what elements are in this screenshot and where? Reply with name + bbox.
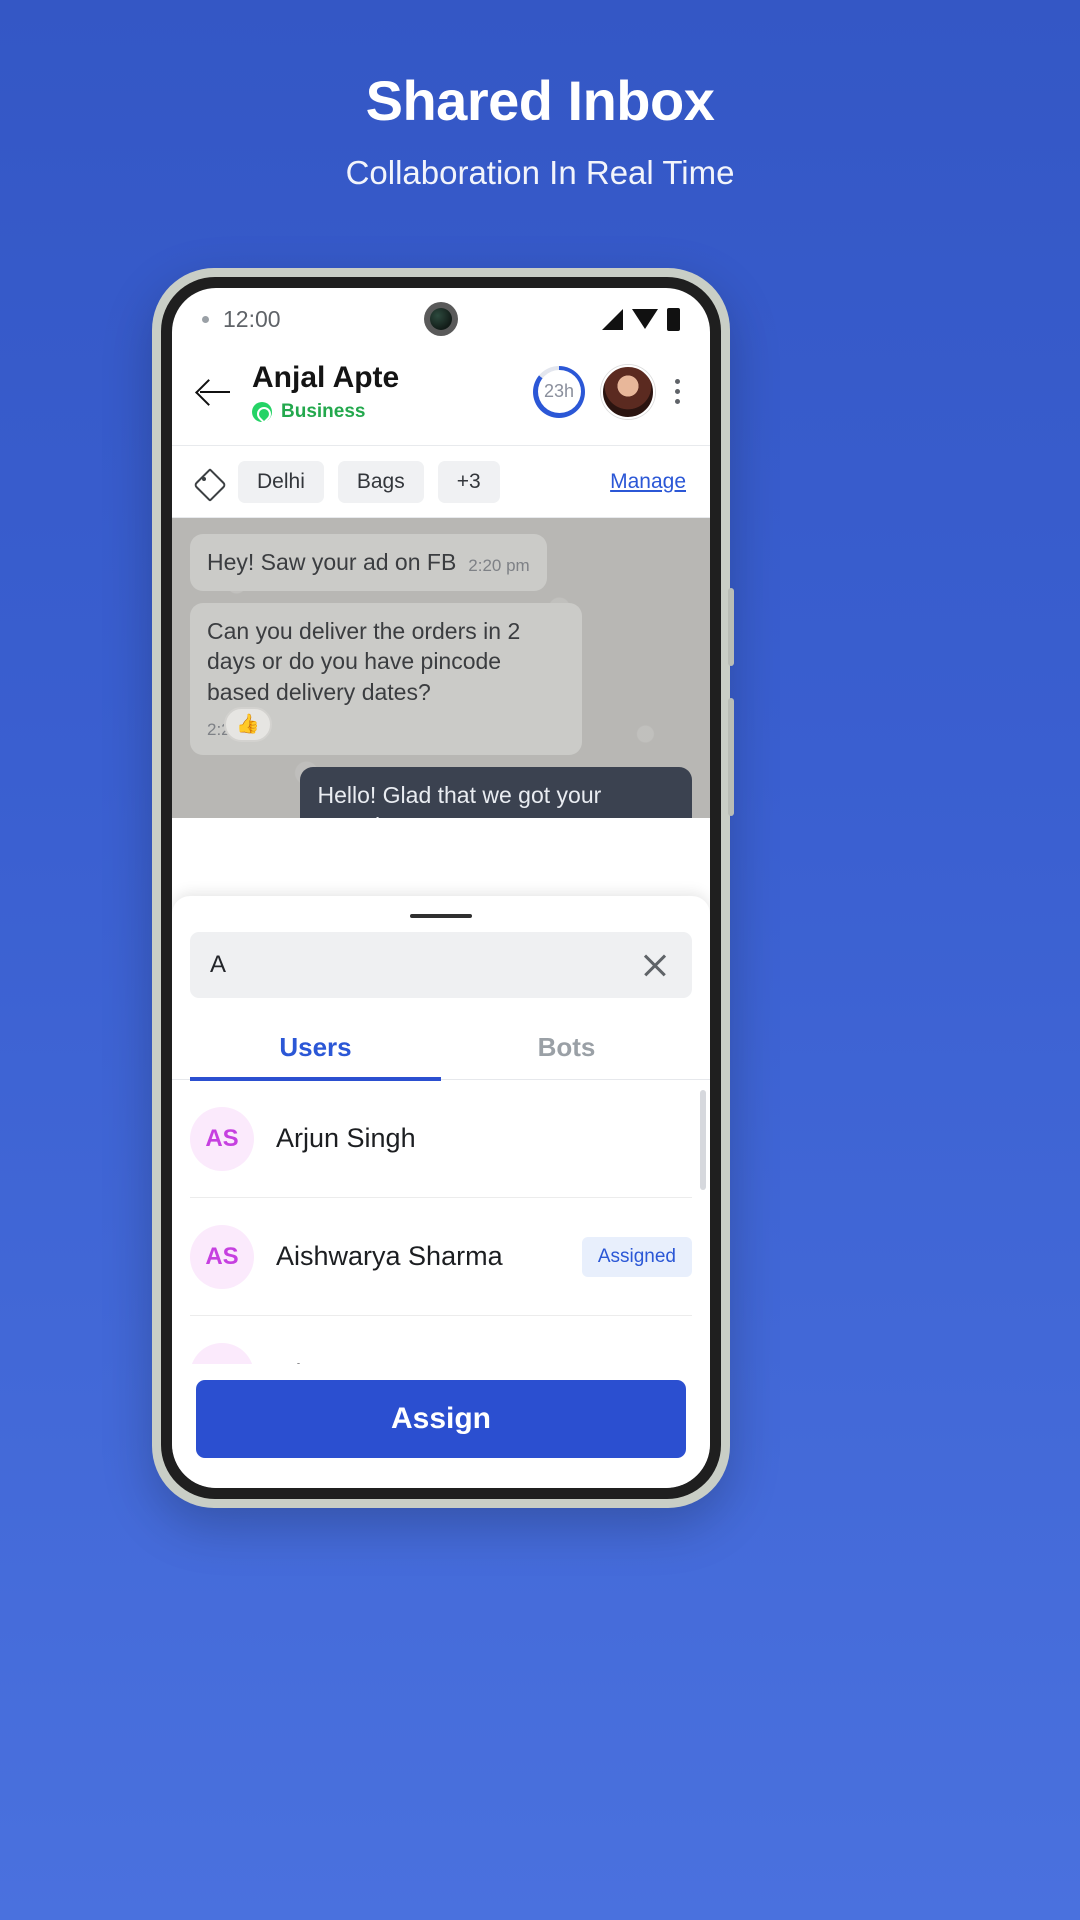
assign-button[interactable]: Assign <box>196 1380 686 1458</box>
message-bubble-incoming: Hey! Saw your ad on FB 2:20 pm <box>190 534 547 591</box>
signal-icon <box>602 308 623 330</box>
assign-button-section: Assign <box>172 1364 710 1488</box>
status-badge: Assigned <box>581 1236 692 1277</box>
chat-header-text: Anjal Apte Business <box>252 361 399 423</box>
phone-mockup: 12:00 Anjal Apte Business 23h Delhi Bags… <box>152 268 734 1508</box>
kebab-menu-icon[interactable] <box>671 375 684 408</box>
tag-chip-more[interactable]: +3 <box>437 460 500 503</box>
assign-bottom-sheet: Users Bots AS Arjun Singh AS Aishwarya S… <box>172 896 710 1488</box>
user-list[interactable]: AS Arjun Singh AS Aishwarya Sharma Assig… <box>172 1080 710 1364</box>
message-time: 2:20 pm <box>468 555 530 575</box>
status-bar: 12:00 <box>172 288 710 350</box>
sheet-tabs: Users Bots <box>172 1016 710 1081</box>
search-box[interactable] <box>190 932 692 998</box>
status-bar-clock: 12:00 <box>223 305 281 332</box>
tab-users[interactable]: Users <box>190 1016 441 1081</box>
status-bar-left: 12:00 <box>202 306 281 333</box>
message-text: Can you deliver the orders in 2 days or … <box>207 617 521 705</box>
front-camera-icon <box>424 302 458 336</box>
whatsapp-icon <box>252 401 272 422</box>
message-bubble-outgoing: Hello! Glad that we got your attention 2… <box>300 766 692 818</box>
session-timer[interactable]: 23h <box>533 365 585 418</box>
tag-chip-bags[interactable]: Bags <box>337 460 424 503</box>
message-row: Hello! Glad that we got your attention 2… <box>190 766 692 818</box>
battery-icon <box>667 307 680 331</box>
message-text: Hey! Saw your ad on FB <box>207 549 457 575</box>
search-input[interactable] <box>210 951 638 979</box>
tag-icon <box>196 468 224 496</box>
chat-message-list[interactable]: Hey! Saw your ad on FB 2:20 pm Can you d… <box>172 518 710 818</box>
user-name: Arjun Singh <box>276 1123 416 1153</box>
avatar: RK <box>190 1342 254 1364</box>
message-row: Can you deliver the orders in 2 days or … <box>190 602 692 755</box>
avatar: AS <box>190 1106 254 1171</box>
back-arrow-icon[interactable] <box>194 370 238 414</box>
list-item[interactable]: AS Aishwarya Sharma Assigned <box>190 1198 692 1316</box>
search-section <box>172 918 710 998</box>
session-timer-label: 23h <box>537 370 581 413</box>
promo-subtitle: Collaboration In Real Time <box>345 153 735 191</box>
volume-up-button[interactable] <box>728 588 734 666</box>
promo-title: Shared Inbox <box>365 69 715 132</box>
contact-name: Anjal Apte <box>252 360 400 394</box>
camera-lens <box>430 308 452 330</box>
avatar: AS <box>190 1224 254 1289</box>
close-icon[interactable] <box>638 948 672 982</box>
chat-header: Anjal Apte Business 23h <box>172 350 710 446</box>
wifi-icon <box>632 309 658 329</box>
message-text: Hello! Glad that we got your attention <box>317 781 602 818</box>
phone-screen: 12:00 Anjal Apte Business 23h Delhi Bags… <box>172 288 710 1488</box>
message-row: Hey! Saw your ad on FB 2:20 pm <box>190 534 692 591</box>
status-bar-right <box>602 307 680 331</box>
message-reaction[interactable]: 👍 <box>224 706 272 742</box>
list-item[interactable]: RK Riya Kaur <box>190 1316 692 1364</box>
tab-bots[interactable]: Bots <box>441 1016 692 1079</box>
scrollbar[interactable] <box>700 1090 706 1190</box>
channel-label: Business <box>281 400 366 422</box>
avatar[interactable] <box>601 364 655 419</box>
user-name: Riya Kaur <box>276 1359 395 1364</box>
chat-header-actions: 23h <box>533 364 684 419</box>
tags-bar: Delhi Bags +3 Manage <box>172 446 710 518</box>
phone-bezel: 12:00 Anjal Apte Business 23h Delhi Bags… <box>161 277 721 1499</box>
promo-header: Shared Inbox Collaboration In Real Time <box>0 70 1080 192</box>
notification-dot-icon <box>202 315 209 323</box>
tag-chip-delhi[interactable]: Delhi <box>238 460 324 503</box>
message-bubble-incoming: Can you deliver the orders in 2 days or … <box>190 602 582 755</box>
manage-tags-link[interactable]: Manage <box>610 470 686 494</box>
volume-down-button[interactable] <box>728 698 734 816</box>
list-item[interactable]: AS Arjun Singh <box>190 1080 692 1198</box>
channel-row: Business <box>252 401 399 423</box>
user-name: Aishwarya Sharma <box>276 1241 503 1271</box>
